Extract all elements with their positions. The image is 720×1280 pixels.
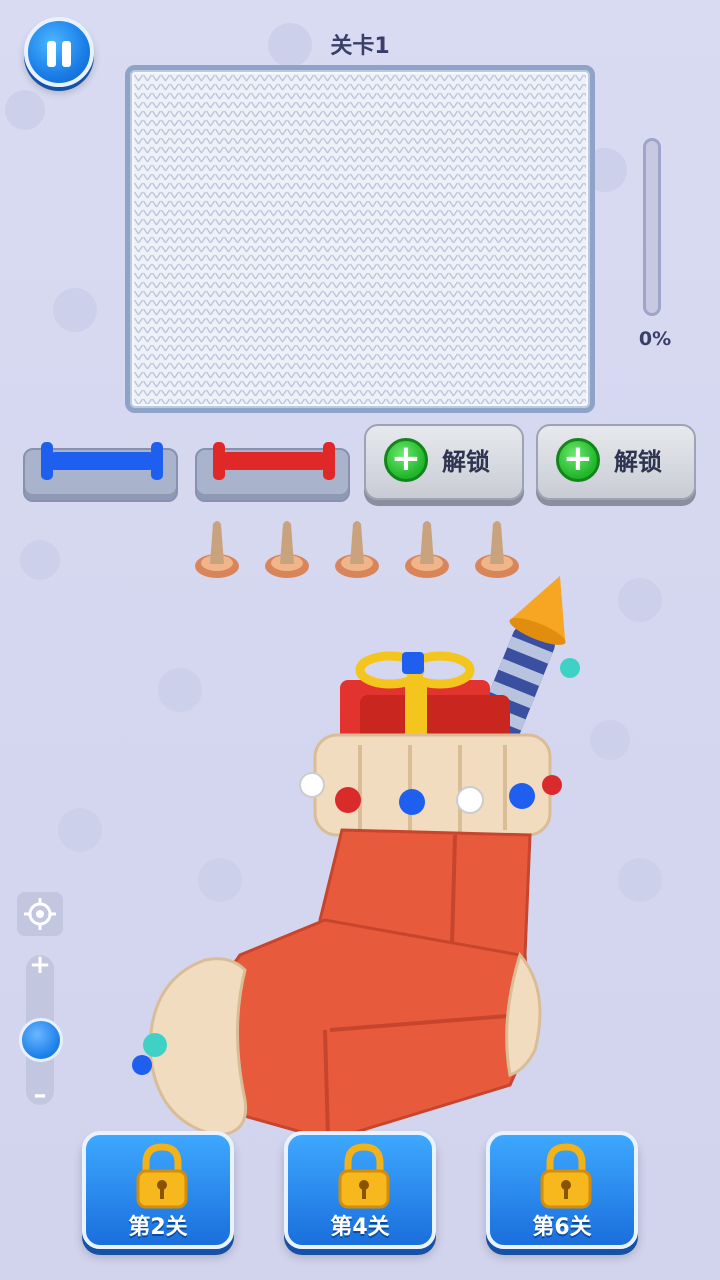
progress-bar (643, 138, 661, 316)
unlock-label: 解锁 (442, 448, 490, 476)
level-title: 关卡1 (330, 34, 390, 59)
unlock-slot-button-1[interactable]: + 解锁 (364, 424, 524, 500)
level-2-label: 第2关 (128, 1215, 188, 1240)
level-6-label: 第6关 (532, 1215, 592, 1240)
level-6-button[interactable]: 第6关 (486, 1131, 638, 1249)
sock-model[interactable] (120, 560, 600, 1150)
zoom-in-label[interactable]: + (26, 950, 54, 980)
crosshair-icon (24, 898, 56, 930)
plus-icon: + (384, 438, 428, 482)
red-spool-icon (213, 442, 335, 480)
level-2-button[interactable]: 第2关 (82, 1131, 234, 1249)
sock-cuff (299, 733, 562, 837)
plus-icon: + (556, 438, 600, 482)
blue-spool-icon (41, 442, 163, 480)
spool-slot-blue[interactable] (23, 442, 178, 502)
lock-icon (540, 1143, 592, 1209)
knit-pattern-board (125, 65, 595, 413)
knit-grid (134, 74, 586, 404)
zoom-slider-handle[interactable] (19, 1017, 63, 1062)
lock-icon (338, 1143, 390, 1209)
progress-percent: 0% (638, 328, 672, 350)
unlock-label: 解锁 (614, 448, 662, 476)
level-4-button[interactable]: 第4关 (284, 1131, 436, 1249)
unlock-slot-button-2[interactable]: + 解锁 (536, 424, 696, 500)
lock-icon (136, 1143, 188, 1209)
level-4-label: 第4关 (330, 1215, 390, 1240)
spool-slot-red[interactable] (195, 442, 350, 502)
recenter-camera-button[interactable] (17, 892, 63, 936)
zoom-out-label[interactable]: – (26, 1080, 54, 1110)
